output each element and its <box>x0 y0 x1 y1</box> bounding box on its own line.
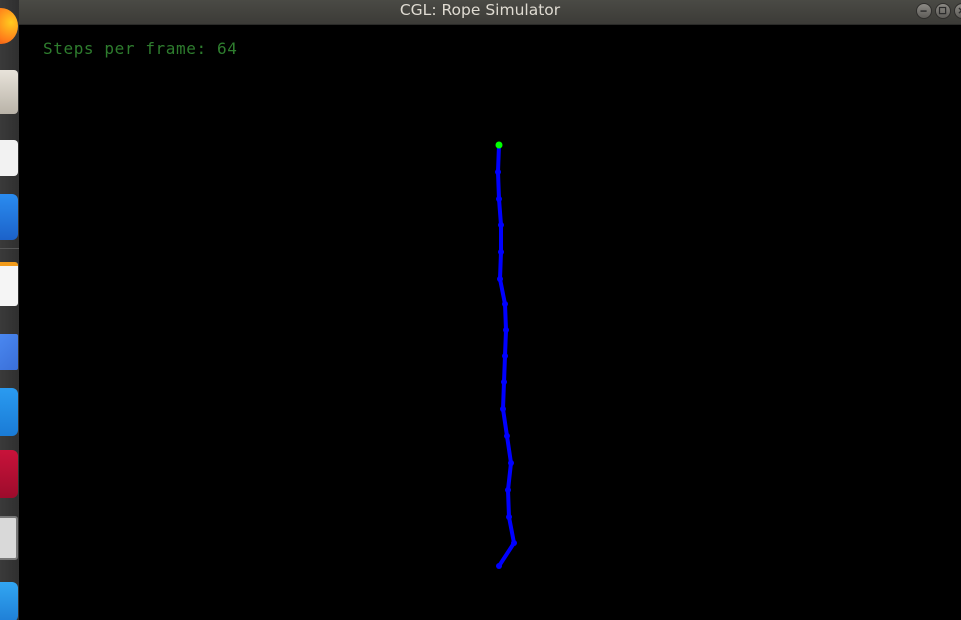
pinned-mass <box>495 141 503 149</box>
rope-mass <box>498 249 504 255</box>
window-titlebar[interactable]: CGL: Rope Simulator <box>19 0 961 25</box>
rope-mass <box>498 222 504 228</box>
app-root: CGL: Rope Simulator Steps per frame: 64 <box>0 0 961 620</box>
minimize-button[interactable] <box>916 3 932 19</box>
rope-mass <box>497 276 503 282</box>
rope-mass <box>511 540 517 546</box>
rope <box>495 141 517 569</box>
rope-mass <box>504 433 510 439</box>
blue-app-icon[interactable] <box>0 582 18 620</box>
launcher-dock <box>0 0 20 620</box>
rope-mass <box>501 379 507 385</box>
rope-mass <box>500 406 506 412</box>
maximize-icon <box>938 6 947 15</box>
screenshot-icon[interactable] <box>0 516 18 560</box>
maximize-button[interactable] <box>935 3 951 19</box>
rope-mass <box>505 487 511 493</box>
close-button[interactable] <box>954 3 961 19</box>
rope-mass <box>495 169 501 175</box>
rope-drawing <box>495 141 517 569</box>
vscode-icon[interactable] <box>0 388 18 436</box>
rope-mass <box>503 327 509 333</box>
close-icon <box>958 7 961 14</box>
rope-mass <box>508 460 514 466</box>
simulation-canvas[interactable]: Steps per frame: 64 <box>19 25 961 620</box>
drive-icon[interactable] <box>0 334 18 370</box>
document-icon[interactable] <box>0 262 18 306</box>
rope-mass <box>496 196 502 202</box>
rope-mass <box>506 514 512 520</box>
files-app-icon[interactable] <box>0 70 18 114</box>
minimize-icon <box>920 10 927 12</box>
text-editor-icon[interactable] <box>0 140 18 176</box>
app-store-icon[interactable] <box>0 194 18 240</box>
red-app-icon[interactable] <box>0 450 18 498</box>
rope-mass <box>496 563 502 569</box>
rope-mass <box>502 301 508 307</box>
dock-separator <box>0 248 19 249</box>
rope-mass <box>502 353 508 359</box>
window-title: CGL: Rope Simulator <box>399 1 561 19</box>
